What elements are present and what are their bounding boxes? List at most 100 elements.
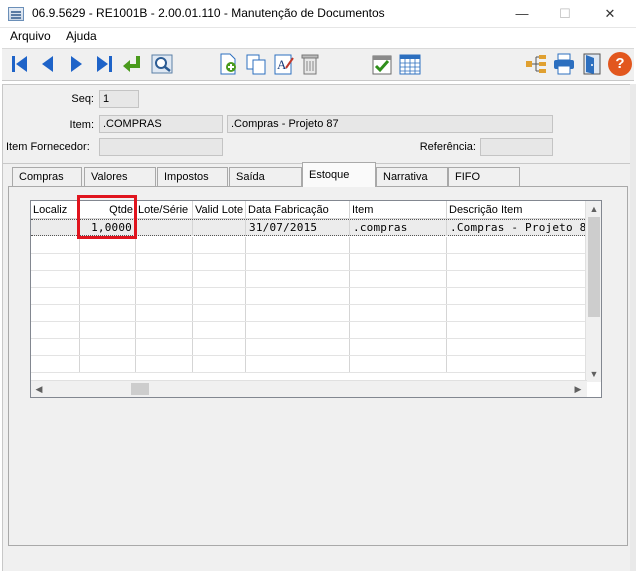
- cell-item[interactable]: .compras: [350, 220, 447, 236]
- empty-cell[interactable]: [193, 356, 246, 372]
- empty-cell[interactable]: [193, 237, 246, 253]
- search-zoom-icon[interactable]: [150, 52, 174, 76]
- tab-estoque[interactable]: Estoque: [302, 162, 376, 187]
- help-icon[interactable]: ?: [608, 52, 632, 76]
- cell-data-fabricacao[interactable]: 31/07/2015: [246, 220, 350, 236]
- column-header-lote-serie[interactable]: Lote/Série: [136, 201, 193, 219]
- exit-door-icon[interactable]: [580, 52, 604, 76]
- empty-table-row[interactable]: [31, 322, 587, 339]
- empty-cell[interactable]: [136, 356, 193, 372]
- empty-cell[interactable]: [80, 237, 136, 253]
- column-header-valid-lote[interactable]: Valid Lote: [193, 201, 246, 219]
- empty-cell[interactable]: [136, 237, 193, 253]
- empty-cell[interactable]: [80, 339, 136, 355]
- new-document-icon[interactable]: [216, 52, 240, 76]
- empty-cell[interactable]: [193, 305, 246, 321]
- empty-cell[interactable]: [193, 288, 246, 304]
- empty-cell[interactable]: [136, 254, 193, 270]
- referencia-field[interactable]: [480, 138, 553, 156]
- empty-table-row[interactable]: [31, 237, 587, 254]
- empty-cell[interactable]: [350, 356, 447, 372]
- seq-field[interactable]: 1: [99, 90, 139, 108]
- scroll-up-arrow-icon[interactable]: ▲: [587, 202, 601, 216]
- empty-table-row[interactable]: [31, 254, 587, 271]
- empty-cell[interactable]: [80, 271, 136, 287]
- empty-table-row[interactable]: [31, 288, 587, 305]
- empty-cell[interactable]: [31, 254, 80, 270]
- empty-cell[interactable]: [350, 339, 447, 355]
- column-header-descricao-item[interactable]: Descrição Item: [447, 201, 587, 219]
- vertical-scroll-thumb[interactable]: [588, 217, 600, 317]
- empty-cell[interactable]: [350, 237, 447, 253]
- tab-narrativa[interactable]: Narrativa: [376, 167, 448, 186]
- empty-table-row[interactable]: [31, 339, 587, 356]
- scroll-left-arrow-icon[interactable]: ◀: [32, 382, 46, 396]
- cell-localiz[interactable]: [31, 220, 80, 236]
- edit-text-icon[interactable]: A: [272, 52, 296, 76]
- empty-cell[interactable]: [136, 288, 193, 304]
- empty-cell[interactable]: [350, 254, 447, 270]
- empty-cell[interactable]: [350, 288, 447, 304]
- empty-cell[interactable]: [246, 356, 350, 372]
- delete-trash-icon[interactable]: [298, 52, 322, 76]
- empty-cell[interactable]: [80, 356, 136, 372]
- empty-cell[interactable]: [350, 322, 447, 338]
- empty-cell[interactable]: [31, 237, 80, 253]
- empty-cell[interactable]: [136, 339, 193, 355]
- last-record-icon[interactable]: [92, 52, 116, 76]
- confirm-calendar-icon[interactable]: [370, 52, 394, 76]
- empty-table-row[interactable]: [31, 356, 587, 373]
- empty-cell[interactable]: [193, 271, 246, 287]
- empty-cell[interactable]: [193, 254, 246, 270]
- empty-cell[interactable]: [246, 322, 350, 338]
- empty-table-row[interactable]: [31, 271, 587, 288]
- empty-cell[interactable]: [193, 339, 246, 355]
- tab-valores[interactable]: Valores: [84, 167, 156, 186]
- first-record-icon[interactable]: [8, 52, 32, 76]
- next-record-icon[interactable]: [64, 52, 88, 76]
- empty-cell[interactable]: [80, 288, 136, 304]
- empty-cell[interactable]: [447, 271, 587, 287]
- maximize-button[interactable]: ☐: [555, 4, 575, 24]
- empty-cell[interactable]: [246, 305, 350, 321]
- close-button[interactable]: ✕: [600, 4, 620, 24]
- empty-cell[interactable]: [80, 322, 136, 338]
- item-fornecedor-field[interactable]: [99, 138, 223, 156]
- tab-saida[interactable]: Saída: [229, 167, 302, 186]
- empty-cell[interactable]: [136, 305, 193, 321]
- column-header-data-fabricacao[interactable]: Data Fabricação: [246, 201, 350, 219]
- empty-cell[interactable]: [136, 271, 193, 287]
- empty-cell[interactable]: [31, 288, 80, 304]
- empty-cell[interactable]: [350, 305, 447, 321]
- copy-icon[interactable]: [244, 52, 268, 76]
- column-header-localiz[interactable]: Localiz: [31, 201, 80, 219]
- empty-cell[interactable]: [246, 339, 350, 355]
- empty-cell[interactable]: [246, 237, 350, 253]
- empty-cell[interactable]: [31, 339, 80, 355]
- cell-descricao-item[interactable]: .Compras - Projeto 87: [447, 220, 587, 236]
- empty-table-row[interactable]: [31, 305, 587, 322]
- item-description-field[interactable]: .Compras - Projeto 87: [227, 115, 553, 133]
- empty-cell[interactable]: [80, 305, 136, 321]
- previous-record-icon[interactable]: [36, 52, 60, 76]
- empty-cell[interactable]: [80, 254, 136, 270]
- tab-compras[interactable]: Compras: [12, 167, 82, 186]
- column-header-item[interactable]: Item: [350, 201, 447, 219]
- print-icon[interactable]: [552, 52, 576, 76]
- empty-cell[interactable]: [193, 322, 246, 338]
- empty-cell[interactable]: [447, 356, 587, 372]
- empty-cell[interactable]: [350, 271, 447, 287]
- empty-cell[interactable]: [447, 322, 587, 338]
- calendar-grid-icon[interactable]: [398, 52, 422, 76]
- empty-cell[interactable]: [246, 254, 350, 270]
- scroll-down-arrow-icon[interactable]: ▼: [587, 367, 601, 381]
- tree-structure-icon[interactable]: [524, 52, 548, 76]
- empty-cell[interactable]: [447, 254, 587, 270]
- empty-cell[interactable]: [447, 339, 587, 355]
- empty-cell[interactable]: [31, 356, 80, 372]
- empty-cell[interactable]: [447, 237, 587, 253]
- empty-cell[interactable]: [31, 322, 80, 338]
- cell-valid-lote[interactable]: [193, 220, 246, 236]
- minimize-button[interactable]: —: [512, 4, 532, 24]
- empty-cell[interactable]: [447, 305, 587, 321]
